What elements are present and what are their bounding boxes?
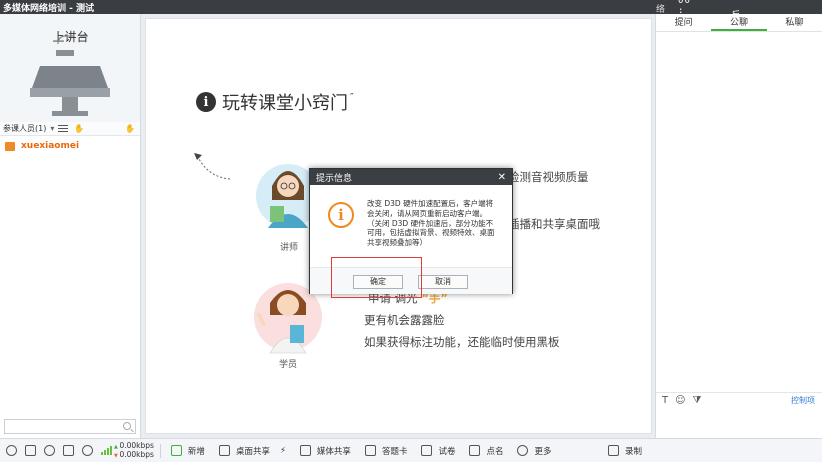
member-name: xuexiaomei (21, 141, 80, 151)
info-icon: i (196, 92, 216, 112)
teacher-label: 讲师 (280, 243, 299, 253)
tips-heading: i 玩转课堂小窍门 ″ (196, 89, 354, 115)
download-rate: 0.00kbps (114, 450, 153, 460)
members-count: 参课人员(1) (3, 124, 47, 133)
lightning-button[interactable]: ⚡ (280, 446, 286, 456)
search-icon[interactable] (123, 422, 131, 430)
video-device-icon[interactable] (63, 445, 74, 456)
podium-area[interactable]: 上讲台 (0, 14, 140, 122)
lightning-icon: ⚡ (279, 445, 286, 456)
speaker-icon[interactable] (25, 445, 36, 456)
list-menu-icon[interactable] (58, 125, 69, 132)
hand-raise-icon[interactable]: ✋ (74, 124, 84, 133)
curved-arrow-icon (194, 153, 231, 180)
tab-public-chat[interactable]: 公聊 (711, 14, 767, 31)
chat-tabs: 提问 公聊 私聊 (656, 14, 822, 32)
podium-icon (30, 35, 110, 116)
microphone-icon[interactable] (6, 445, 17, 456)
record-icon (607, 445, 619, 456)
tip-line-2: 插播和共享桌面哦 (508, 217, 600, 231)
monitor-icon (218, 445, 230, 456)
media-share-button[interactable]: 媒体共享 (296, 445, 351, 457)
new-button[interactable]: 新增 (167, 445, 205, 457)
chat-toolbar: T ☺ ⧩ 控制项 (656, 392, 822, 407)
member-dropdown-icon[interactable]: ▾ (50, 124, 54, 133)
text-format-icon[interactable]: T (662, 395, 668, 406)
left-panel: 上讲台 参课人员(1) ▾ ✋ ✋ xuexiaomei (0, 14, 141, 438)
dialog-close-icon[interactable]: ✕ (498, 172, 506, 183)
dialog-title: 提示信息 (316, 173, 353, 184)
hand-lower-icon[interactable]: ✋ (125, 124, 135, 133)
film-icon (299, 445, 311, 456)
window-title: 多媒体网络培训 - 测试 (3, 3, 95, 14)
tips-title: 玩转课堂小窍门 (222, 93, 348, 114)
spark-icon: ″ (350, 91, 354, 103)
record-button[interactable]: 录制 (604, 445, 642, 457)
tab-questions[interactable]: 提问 (656, 14, 711, 31)
control-options-link[interactable]: 控制项 (791, 395, 815, 406)
exam-icon (421, 445, 433, 456)
camera-icon[interactable] (44, 445, 55, 456)
tip-line-4: 如果获得标注功能，还能临时使用黑板 (364, 335, 560, 349)
member-list-header: 参课人员(1) ▾ ✋ ✋ (0, 122, 140, 136)
desktop-share-button[interactable]: 桌面共享 (215, 445, 270, 457)
dialog-message: 改变 D3D 硬件加速配置后，客户端将会关闭，请从网页重新启动客户端。（关闭 D… (367, 199, 495, 248)
dialog-header: 提示信息 ✕ (310, 169, 512, 185)
member-role-icon (5, 141, 15, 151)
user-icon (469, 445, 481, 456)
member-row[interactable]: xuexiaomei (0, 139, 140, 153)
tab-private-chat[interactable]: 私聊 (767, 14, 822, 31)
edit-icon (364, 445, 376, 456)
tip-line-3: 更有机会露露脸 (364, 313, 445, 327)
signal-icon (101, 446, 112, 455)
bottom-toolbar: 0.00kbps 0.00kbps 新增 桌面共享 ⚡ 媒体共享 答题卡 试卷 … (0, 438, 822, 462)
tip-line-1: 检测音视频质量 (508, 170, 589, 184)
member-search-input[interactable] (4, 419, 136, 434)
answer-card-button[interactable]: 答题卡 (361, 445, 407, 457)
exam-button[interactable]: 试卷 (417, 445, 455, 457)
cancel-button[interactable]: 取消 (418, 275, 468, 289)
confirm-highlight-box (331, 257, 422, 298)
more-icon (517, 445, 529, 456)
add-icon (170, 445, 182, 456)
settings-icon[interactable] (82, 445, 93, 456)
more-button[interactable]: 更多 (513, 445, 552, 457)
toolbar-divider (159, 443, 161, 458)
student-label: 学员 (279, 360, 298, 370)
bandwidth-readout: 0.00kbps 0.00kbps (114, 441, 153, 460)
roll-call-button[interactable]: 点名 (465, 445, 503, 457)
filter-icon[interactable]: ⧩ (693, 395, 702, 406)
right-panel: 提问 公聊 私聊 T ☺ ⧩ 控制项 (655, 14, 822, 438)
title-bar: 多媒体网络培训 - 测试 网络状况: 好 00 : 00 : 00 反馈 ▣ —… (0, 0, 822, 54)
warning-icon: i (328, 202, 354, 228)
emoji-icon[interactable]: ☺ (675, 395, 685, 406)
